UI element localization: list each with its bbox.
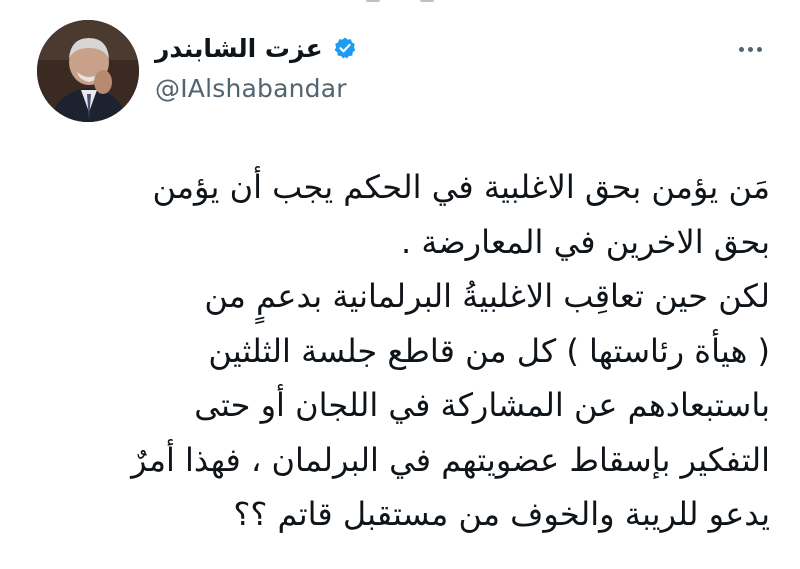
cropped-icon	[420, 0, 434, 2]
user-handle[interactable]: @IAlshabandar	[155, 74, 357, 103]
avatar[interactable]	[37, 20, 139, 122]
tweet-text-line: مَن يؤمن بحق الاغلبية في الحكم يجب أن يؤ…	[152, 168, 770, 206]
tweet-text: مَن يؤمن بحق الاغلبية في الحكم يجب أن يؤ…	[20, 160, 770, 542]
tweet-text-line: بحق الاخرين في المعارضة .	[400, 222, 770, 261]
tweet-text-line: لكن حين تعاقِب الاغلبيةُ البرلمانية بدعم…	[204, 277, 770, 315]
tweet-text-line: يدعو للريبة والخوف من مستقبل قاتم ؟؟	[233, 495, 770, 533]
dot	[739, 47, 744, 52]
more-dots-icon[interactable]	[739, 47, 762, 52]
dot	[757, 47, 762, 52]
dot	[748, 47, 753, 52]
top-cropped-actions	[300, 0, 500, 4]
cropped-icon	[366, 0, 380, 2]
verified-badge-icon	[333, 36, 357, 60]
display-name[interactable]: عزت الشابندر	[155, 34, 323, 63]
tweet-card: عزت الشابندر @IAlshabandar مَن يؤمن بحق …	[0, 0, 800, 569]
tweet-text-line: التفكير بإسقاط عضويتهم في البرلمان ، فهذ…	[131, 440, 770, 479]
tweet-header: عزت الشابندر @IAlshabandar	[155, 28, 357, 108]
tweet-text-line: ( هيأة رئاستها ) كل من قاطع جلسة الثلثين	[208, 331, 770, 370]
avatar-image	[37, 20, 139, 122]
name-row: عزت الشابندر	[155, 28, 357, 68]
tweet-text-line: باستبعادهم عن المشاركة في اللجان أو حتى	[194, 386, 770, 424]
